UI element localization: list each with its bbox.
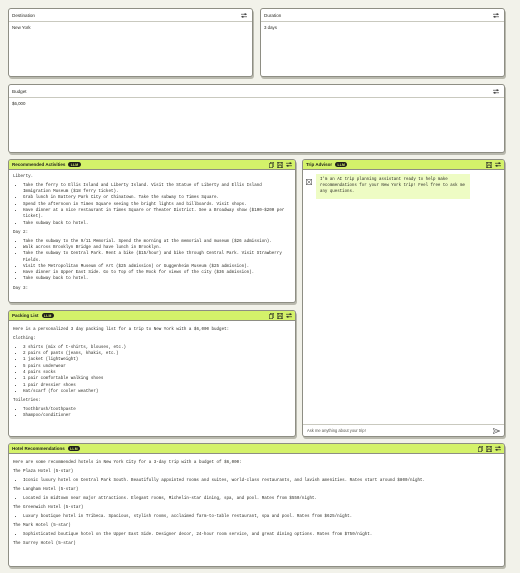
destination-panel: Destination New York — [8, 8, 253, 77]
content-paragraph: Toiletries: — [13, 398, 41, 403]
activities-panel: Recommended Activities LLM Liberty. Take … — [8, 159, 296, 303]
list-item: Take the ferry to Ellis Island and Liber… — [23, 183, 291, 196]
content-paragraph: Here is a personalized 3 day packing lis… — [13, 328, 230, 332]
destination-field[interactable]: New York — [9, 21, 252, 76]
content-list: Iconic luxury hotel on Central Park Sout… — [13, 478, 500, 484]
content-paragraph: Liberty. — [13, 175, 34, 179]
list-item: Sophisticated boutique hotel on the Uppe… — [23, 532, 500, 538]
hotels-title: Hotel Recommendations — [12, 446, 65, 451]
copy-icon[interactable] — [268, 312, 274, 319]
list-item: Luxury boutique hotel in Tribeca. Spacio… — [23, 514, 500, 520]
llm-badge: LLM — [68, 161, 81, 168]
send-icon[interactable] — [492, 427, 500, 435]
activities-title: Recommended Activities — [12, 162, 66, 167]
hotels-content: Here are some recommended hotels in New … — [9, 454, 504, 553]
trip-advisor-panel: Trip Advisor LLM I'm an AI trip planning… — [302, 159, 505, 437]
content-list: Toothbrush/toothpasteShampoo/conditioner — [13, 407, 291, 420]
content-list: Take the ferry to Ellis Island and Liber… — [13, 183, 291, 227]
sliders-icon[interactable] — [286, 162, 292, 168]
content-list: Located in midtown near major attraction… — [13, 496, 500, 502]
chat-input[interactable] — [307, 428, 492, 433]
budget-field[interactable]: $6,000 — [9, 97, 504, 152]
sliders-icon[interactable] — [492, 11, 500, 19]
content-paragraph: The Surrey Hotel (5-star) — [13, 541, 76, 546]
content-list: Take the subway to the 9/11 Memorial. Sp… — [13, 239, 291, 283]
sliders-icon[interactable] — [495, 162, 501, 168]
packing-content: Here is a personalized 3 day packing lis… — [9, 321, 295, 425]
budget-panel: Budget $6,000 — [8, 84, 505, 153]
budget-value: $6,000 — [12, 101, 26, 106]
save-icon[interactable] — [277, 312, 283, 319]
content-paragraph: The Plaza Hotel (5-star) — [13, 469, 74, 474]
list-item: Take subway back to hotel. — [23, 221, 291, 227]
sliders-icon[interactable] — [492, 87, 500, 95]
content-list: 3 shirts (mix of t-shirts, blouses, etc.… — [13, 345, 291, 395]
chat-input-bar — [303, 424, 504, 436]
duration-label: Duration — [264, 12, 282, 18]
content-paragraph: The Mark Hotel (5-star) — [13, 523, 71, 528]
content-paragraph: The Langham Hotel (5-star) — [13, 487, 79, 492]
llm-badge: LLM — [67, 445, 81, 452]
destination-value: New York — [12, 25, 31, 30]
duration-field[interactable]: 3 days — [261, 21, 504, 76]
llm-badge: LLM — [335, 161, 348, 168]
content-paragraph: Day 2: — [13, 230, 29, 235]
chat-icon — [306, 179, 312, 185]
list-item: Take the subway to Central Park. Rent a … — [23, 251, 291, 264]
content-list: Sophisticated boutique hotel on the Uppe… — [13, 532, 500, 538]
activities-content: Liberty. Take the ferry to Ellis Island a… — [9, 170, 295, 297]
packing-panel: Packing List LLM Here is a personalized … — [8, 310, 296, 437]
sliders-icon[interactable] — [495, 446, 501, 452]
packing-title: Packing List — [12, 313, 39, 318]
budget-label: Budget — [12, 88, 27, 94]
list-item: Shampoo/conditioner — [23, 413, 291, 419]
copy-icon[interactable] — [477, 445, 483, 452]
llm-badge: LLM — [41, 312, 54, 319]
chat-message: I'm an AI trip planning assistant ready … — [306, 174, 470, 199]
duration-value: 3 days — [264, 25, 277, 30]
copy-icon[interactable] — [268, 161, 274, 168]
chat-bubble: I'm an AI trip planning assistant ready … — [316, 174, 470, 199]
save-icon[interactable] — [486, 161, 492, 168]
list-item: Located in midtown near major attraction… — [23, 496, 500, 502]
sliders-icon[interactable] — [286, 313, 292, 319]
destination-label: Destination — [12, 12, 35, 18]
list-item: Iconic luxury hotel on Central Park Sout… — [23, 478, 500, 484]
content-paragraph: Here are some recommended hotels in New … — [13, 461, 242, 465]
sliders-icon[interactable] — [240, 11, 248, 19]
content-paragraph: Clothing: — [13, 336, 36, 341]
content-list: Luxury boutique hotel in Tribeca. Spacio… — [13, 514, 500, 520]
duration-panel: Duration 3 days — [260, 8, 505, 77]
list-item: Have dinner at a nice restaurant in Time… — [23, 208, 291, 221]
list-item: Take subway back to hotel. — [23, 276, 291, 282]
save-icon[interactable] — [277, 161, 283, 168]
advisor-title: Trip Advisor — [306, 162, 333, 167]
content-paragraph: Day 3: — [13, 286, 29, 291]
content-paragraph: The Greenwich Hotel (5-star) — [13, 505, 84, 510]
list-item: Hat/scarf (for cooler weather) — [23, 389, 291, 395]
hotels-panel: Hotel Recommendations LLM Here are some … — [8, 443, 505, 567]
save-icon[interactable] — [486, 445, 492, 452]
